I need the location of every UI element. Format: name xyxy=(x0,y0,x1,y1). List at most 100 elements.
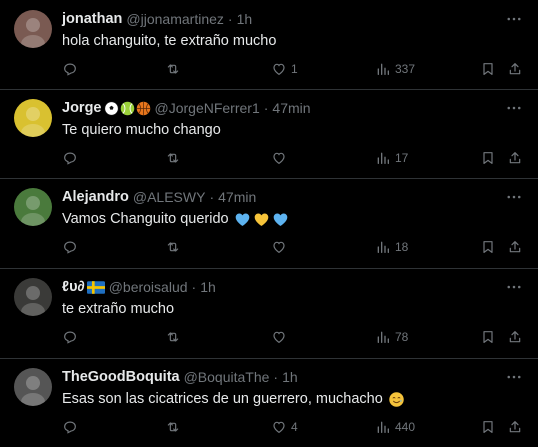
more-options-icon[interactable] xyxy=(504,277,524,297)
bookmark-icon xyxy=(480,329,496,345)
like-button[interactable] xyxy=(271,327,291,347)
reply-button[interactable] xyxy=(62,148,82,168)
user-handle[interactable]: @jjonamartinez xyxy=(126,9,223,29)
display-name[interactable]: Jorge xyxy=(62,98,102,118)
avatar[interactable] xyxy=(14,10,52,48)
like-count: 4 xyxy=(291,420,298,434)
tweet-text-content: Vamos Changuito querido xyxy=(62,211,229,227)
more-options-icon[interactable] xyxy=(504,187,524,207)
reply-tweet[interactable]: jonathan @jjonamartinez · 1h hola changuito,… xyxy=(0,0,538,89)
user-handle[interactable]: @JorgeNFerrer1 xyxy=(155,98,260,118)
display-name[interactable]: jonathan xyxy=(62,9,122,29)
share-button[interactable] xyxy=(507,237,523,257)
views-button[interactable]: 78 xyxy=(375,327,408,347)
bookmark-button[interactable] xyxy=(480,237,496,257)
display-name[interactable]: Alejandro xyxy=(62,187,129,207)
timestamp[interactable]: 47min xyxy=(218,187,256,207)
like-count: 1 xyxy=(291,62,298,76)
bookmark-button[interactable] xyxy=(480,417,496,437)
views-button[interactable]: 337 xyxy=(375,59,415,79)
repost-button[interactable] xyxy=(165,327,185,347)
reply-icon xyxy=(62,329,78,345)
bookmark-button[interactable] xyxy=(480,327,496,347)
views-count: 17 xyxy=(395,151,409,165)
like-icon xyxy=(271,239,287,255)
views-count: 18 xyxy=(395,240,409,254)
more-options-icon[interactable] xyxy=(504,9,524,29)
share-button[interactable] xyxy=(507,59,523,79)
sweden-flag-icon xyxy=(86,280,105,294)
reply-tweet[interactable]: TheGoodBoquita @BoquitaThe · 1h Esas son las… xyxy=(0,358,538,447)
views-count: 78 xyxy=(395,330,409,344)
views-button[interactable]: 440 xyxy=(375,417,415,437)
soccer-ball-icon xyxy=(103,100,119,116)
avatar[interactable] xyxy=(14,278,52,316)
like-button[interactable]: 4 xyxy=(271,417,298,437)
share-button[interactable] xyxy=(507,327,523,347)
display-name[interactable]: ℓυ∂ xyxy=(62,277,85,297)
avatar[interactable] xyxy=(14,368,52,406)
repost-button[interactable] xyxy=(165,417,185,437)
tweet-header: TheGoodBoquita @BoquitaThe · 1h xyxy=(62,367,298,387)
timestamp[interactable]: 1h xyxy=(200,277,216,297)
more-options-icon[interactable] xyxy=(504,98,524,118)
reply-tweet[interactable]: Alejandro @ALESWY · 47min Vamos Changuito qu… xyxy=(0,178,538,267)
share-button[interactable] xyxy=(507,148,523,168)
tweet-text-content: Esas son las cicatrices de un guerrero, … xyxy=(62,391,383,407)
reply-icon xyxy=(62,239,78,255)
share-icon xyxy=(507,239,523,255)
reply-tweet[interactable]: Jorge @JorgeNFerrer1 · 47min Te quiero mucho… xyxy=(0,89,538,178)
smiling-tear-face-icon xyxy=(386,391,405,408)
user-handle[interactable]: @BoquitaThe xyxy=(184,367,270,387)
views-button[interactable]: 17 xyxy=(375,148,408,168)
like-icon xyxy=(271,150,287,166)
avatar[interactable] xyxy=(14,188,52,226)
user-handle[interactable]: @ALESWY xyxy=(133,187,206,207)
reply-button[interactable] xyxy=(62,327,82,347)
bookmark-icon xyxy=(480,150,496,166)
repost-button[interactable] xyxy=(165,59,185,79)
display-name[interactable]: TheGoodBoquita xyxy=(62,367,180,387)
views-count: 440 xyxy=(395,420,416,434)
reply-button[interactable] xyxy=(62,59,82,79)
bookmark-icon xyxy=(480,239,496,255)
tweet-text: Vamos Changuito querido xyxy=(62,209,289,229)
repost-button[interactable] xyxy=(165,148,185,168)
reply-icon xyxy=(62,61,78,77)
share-icon xyxy=(507,329,523,345)
share-button[interactable] xyxy=(507,417,523,437)
action-bar: 4 440 xyxy=(0,417,538,437)
reply-button[interactable] xyxy=(62,237,82,257)
like-button[interactable]: 1 xyxy=(271,59,298,79)
action-bar: 1 337 xyxy=(0,59,538,79)
user-handle[interactable]: @beroisalud xyxy=(109,277,188,297)
action-bar: 17 xyxy=(0,148,538,168)
views-button[interactable]: 18 xyxy=(375,237,408,257)
bookmark-button[interactable] xyxy=(480,59,496,79)
bookmark-button[interactable] xyxy=(480,148,496,168)
share-icon xyxy=(507,419,523,435)
repost-icon xyxy=(165,61,181,77)
like-button[interactable] xyxy=(271,237,291,257)
tweet-header: jonathan @jjonamartinez · 1h xyxy=(62,9,252,29)
like-button[interactable] xyxy=(271,148,291,168)
timestamp[interactable]: 1h xyxy=(282,367,298,387)
repost-icon xyxy=(165,329,181,345)
tennis-ball-icon xyxy=(120,101,135,116)
reply-button[interactable] xyxy=(62,417,82,437)
action-bar: 78 xyxy=(0,327,538,347)
profile-badges xyxy=(86,280,105,294)
action-bar: 18 xyxy=(0,237,538,257)
avatar[interactable] xyxy=(14,99,52,137)
separator-dot: · xyxy=(273,369,279,385)
timestamp[interactable]: 47min xyxy=(272,98,310,118)
reply-tweet[interactable]: ℓυ∂ @beroisalud · 1h te extraño mucho 78 xyxy=(0,268,538,357)
repost-button[interactable] xyxy=(165,237,185,257)
repost-icon xyxy=(165,239,181,255)
tweet-text: te extraño mucho xyxy=(62,299,174,319)
reply-icon xyxy=(62,150,78,166)
separator-dot: · xyxy=(263,100,269,116)
more-options-icon[interactable] xyxy=(504,367,524,387)
tweet-text: Te quiero mucho chango xyxy=(62,120,221,140)
timestamp[interactable]: 1h xyxy=(237,9,253,29)
